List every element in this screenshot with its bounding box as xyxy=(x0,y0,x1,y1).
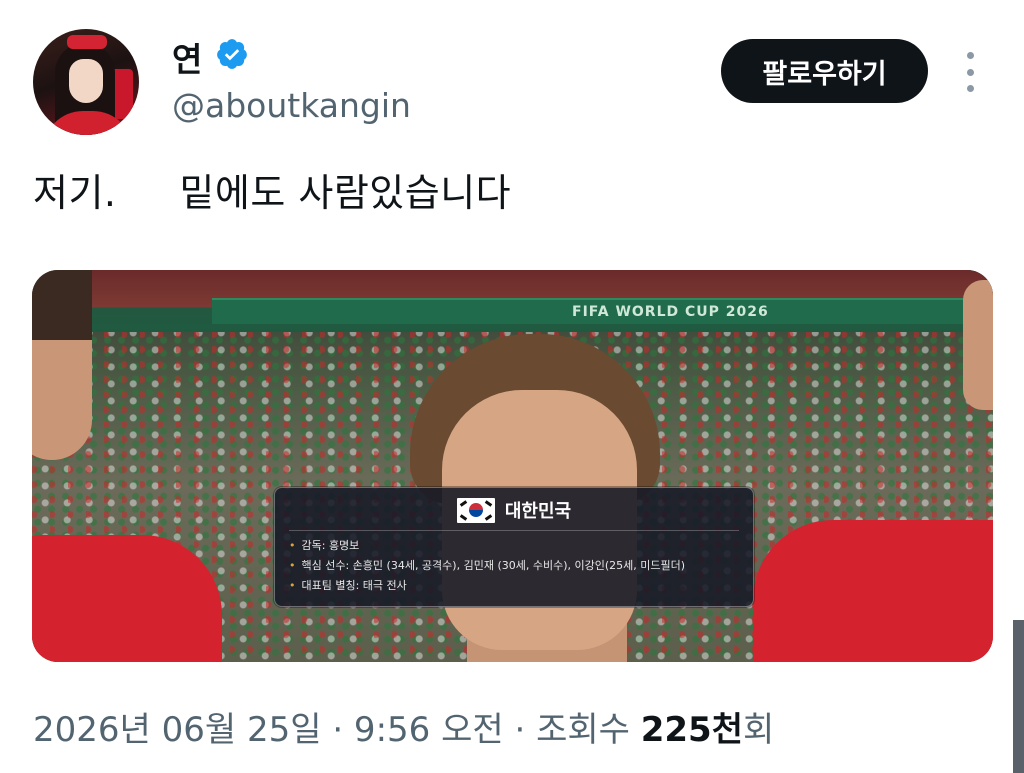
scrollbar[interactable] xyxy=(1013,620,1024,773)
player-right-head xyxy=(963,280,993,410)
tweet-meta: 2026년 06월 25일 · 9:56 오전 · 조회수 225천회 xyxy=(33,702,774,751)
tweet-media-image[interactable]: FIFA WORLD CUP 2026 대한민국 • 감독: 홍명보 • 핵심 … xyxy=(32,270,993,662)
info-card-country: 대한민국 xyxy=(504,501,572,522)
trigram xyxy=(484,499,493,507)
taegeuk-symbol xyxy=(468,502,483,517)
player-right-jersey xyxy=(753,520,993,662)
info-card-divider xyxy=(289,530,739,531)
info-card-line: 감독: 홍명보 xyxy=(289,536,685,556)
more-dot xyxy=(966,68,974,76)
more-dot xyxy=(966,85,974,92)
follow-button[interactable]: 팔로우하기 xyxy=(721,39,928,103)
tweet-timestamp[interactable]: 2026년 06월 25일 · 9:56 오전 · 조회수 xyxy=(33,710,641,750)
display-name[interactable]: 연 xyxy=(172,33,203,81)
view-count: 225천 xyxy=(640,710,743,750)
info-card-header: 대한민국 xyxy=(275,497,753,523)
info-card-list: 감독: 홍명보 핵심 선수: 손흥민 (34세, 공격수), 김민재 (30세,… xyxy=(289,536,686,596)
south-korea-flag-icon xyxy=(456,497,495,523)
view-count-suffix: 회 xyxy=(743,710,775,750)
tweet-text: 저기. 밑에도 사람있습니다 xyxy=(33,171,512,215)
trigram xyxy=(459,499,468,507)
player-left-hair xyxy=(32,270,92,340)
more-dot xyxy=(966,52,974,59)
player-left-jersey xyxy=(32,535,222,662)
verified-badge-icon xyxy=(217,39,247,69)
avatar-headband xyxy=(67,35,107,49)
avatar-face xyxy=(69,59,103,103)
trigram xyxy=(484,513,493,521)
info-card-line: 핵심 선수: 손흥민 (34세, 공격수), 김민재 (30세, 수비수), 이… xyxy=(289,556,686,576)
user-handle[interactable]: @aboutkangin xyxy=(172,86,411,125)
stadium-banner: FIFA WORLD CUP 2026 xyxy=(212,298,972,324)
more-vertical-icon[interactable] xyxy=(958,52,982,92)
tweet: 연 @aboutkangin 팔로우하기 저기. 밑에도 사람있습니다 FIFA… xyxy=(0,0,1024,773)
player-left xyxy=(32,270,222,662)
trigram xyxy=(459,513,468,521)
avatar[interactable] xyxy=(33,29,139,135)
info-overlay-card: 대한민국 감독: 홍명보 핵심 선수: 손흥민 (34세, 공격수), 김민재 … xyxy=(274,487,754,607)
info-card-line: 대표팀 별칭: 태극 전사 xyxy=(289,576,685,596)
